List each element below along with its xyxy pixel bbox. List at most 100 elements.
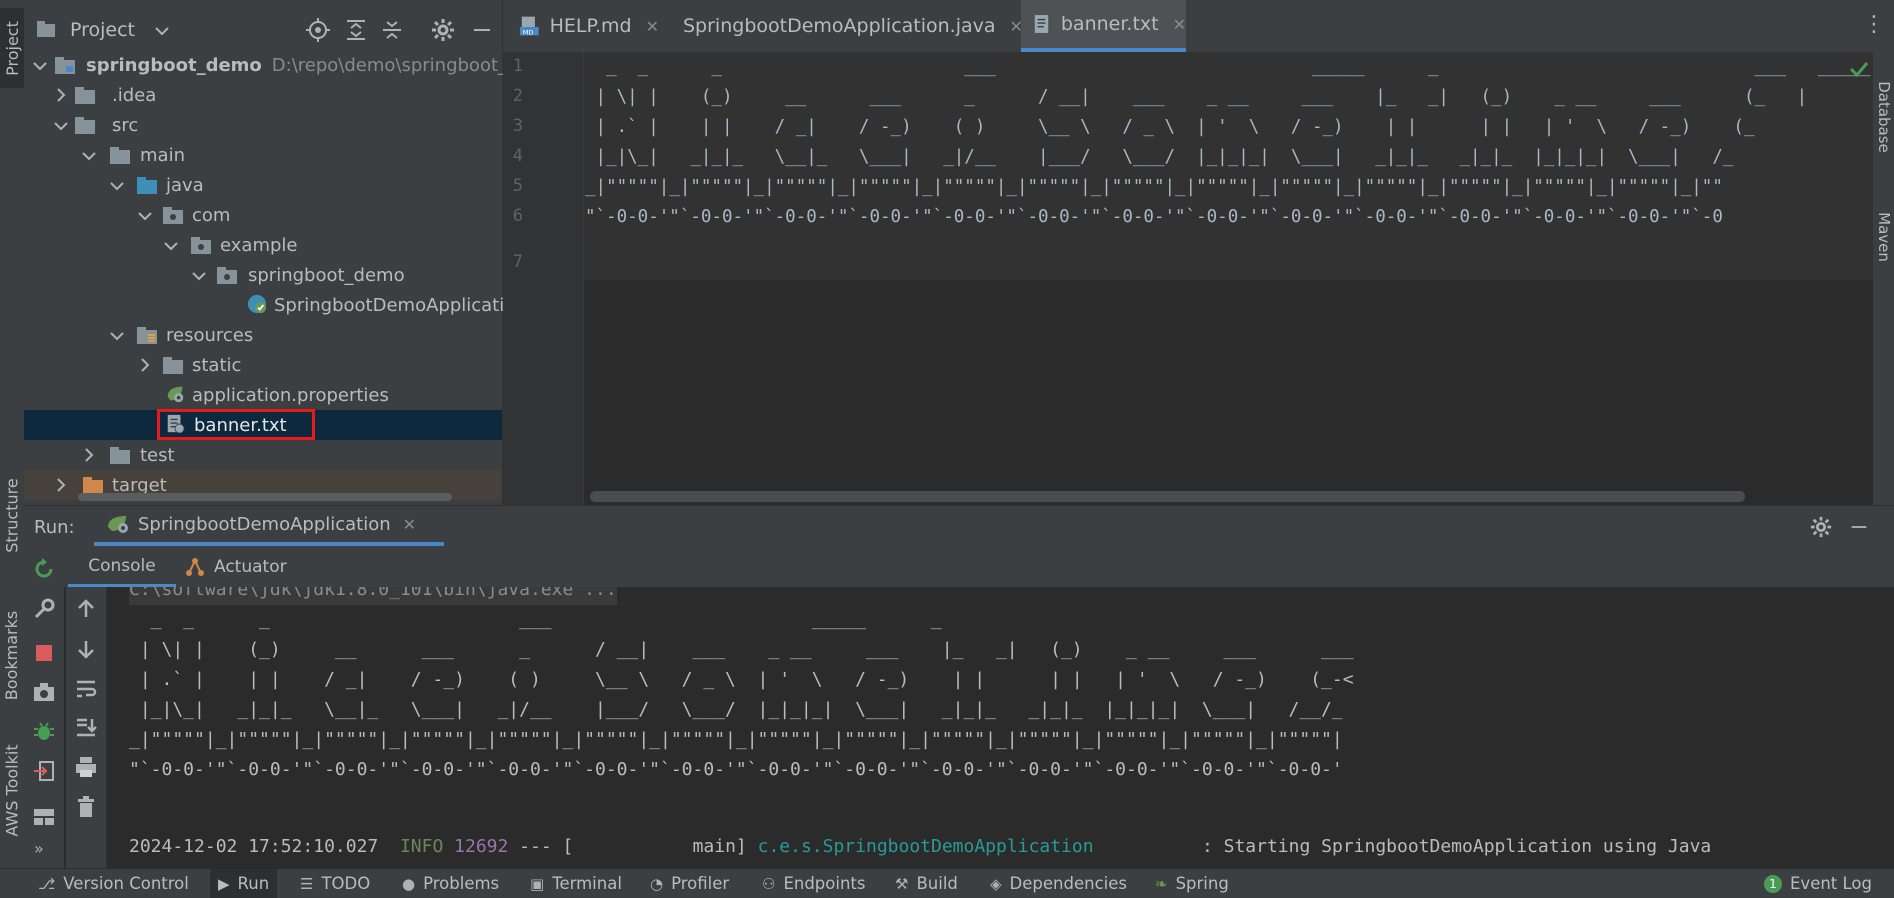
code-line[interactable]: | \| | (_) __ ___ _ / __| ___ _ __ ___ |… [585, 82, 1875, 112]
chevron-down-icon[interactable] [192, 269, 206, 283]
event-log-button[interactable]: 1 Event Log [1764, 869, 1872, 898]
package-icon [163, 207, 183, 224]
run-config-tab[interactable]: SpringbootDemoApplication ✕ [94, 506, 444, 546]
tree-item-static[interactable]: static [24, 350, 502, 380]
arrow-up-icon[interactable] [74, 597, 98, 621]
chevron-down-icon[interactable] [164, 239, 178, 253]
debug-bug-icon[interactable] [32, 719, 56, 743]
code-line[interactable]: _ _ _ ___ _____ _ ___ _____ [585, 52, 1875, 82]
scroll-to-end-icon[interactable] [74, 715, 98, 739]
chevron-right-icon[interactable] [82, 448, 96, 462]
event-count-badge: 1 [1764, 874, 1782, 893]
chevron-right-icon[interactable] [54, 478, 68, 492]
project-tool-tab[interactable]: Project [0, 8, 24, 88]
tab-banner-txt[interactable]: banner.txt ✕ [1021, 0, 1186, 52]
tree-item-example[interactable]: example [24, 230, 502, 260]
tab-help-md[interactable]: MD HELP.md ✕ [509, 0, 659, 52]
chevron-down-icon[interactable] [82, 149, 96, 163]
tree-item-project-root[interactable]: springboot_demo D:\repo\demo\springboot_d [24, 50, 518, 80]
excluded-folder-icon [83, 477, 103, 494]
run-tool-button[interactable]: ▶ Run [210, 869, 278, 898]
chevron-right-icon[interactable] [54, 88, 68, 102]
minimize-icon[interactable] [470, 18, 494, 42]
code-line[interactable]: | .` | | | / _| / -_) ( ) \__ \ / _ \ | … [585, 112, 1875, 142]
close-icon[interactable]: ✕ [403, 515, 416, 534]
project-panel-title[interactable]: Project [70, 19, 135, 41]
dependencies-button[interactable]: ◈ Dependencies [990, 869, 1127, 898]
stop-icon[interactable] [32, 641, 56, 665]
log-timestamp: 2024-12-02 17:52:10.027 [129, 836, 379, 857]
code-line[interactable]: "`-0-0-'"`-0-0-'"`-0-0-'"`-0-0-'"`-0-0-'… [585, 202, 1875, 232]
tab-springboot-demo-application-java[interactable]: SpringbootDemoApplication.java ✕ [663, 0, 1023, 52]
chevron-down-icon[interactable] [110, 329, 124, 343]
code-line[interactable]: |_|\_| _|_|_ \__|_ \___| _|/__ |___/ \__… [585, 142, 1875, 172]
rerun-icon[interactable] [32, 557, 56, 581]
trash-icon[interactable] [74, 795, 98, 819]
inspection-ok-icon[interactable] [1848, 58, 1870, 80]
endpoints-button[interactable]: ⚇ Endpoints [762, 869, 866, 898]
tree-item-com[interactable]: com [24, 200, 502, 230]
tree-item-label: .idea [112, 84, 157, 106]
chevron-down-icon[interactable] [155, 26, 169, 36]
problems-button[interactable]: ● Problems [402, 869, 499, 898]
layout-icon[interactable] [32, 805, 56, 829]
source-folder-icon [137, 177, 157, 194]
gear-icon[interactable] [1810, 516, 1832, 538]
folder-icon [75, 87, 95, 104]
login-icon[interactable] [32, 759, 56, 783]
soft-wrap-icon[interactable] [74, 677, 98, 701]
todo-button[interactable]: ☰ TODO [300, 869, 370, 898]
chevron-down-icon[interactable] [54, 119, 68, 133]
maven-tool-tab[interactable]: Maven [1873, 202, 1894, 272]
tree-item-application-class[interactable]: SpringbootDemoApplicati [24, 290, 504, 320]
expand-all-icon[interactable] [344, 18, 368, 42]
chevron-right-icon[interactable] [138, 358, 152, 372]
locate-icon[interactable] [306, 18, 330, 42]
minimize-icon[interactable] [1848, 516, 1870, 538]
tree-item-idea[interactable]: .idea [24, 80, 502, 110]
version-control-button[interactable]: ⎇ Version Control [38, 869, 189, 898]
wrench-icon[interactable] [32, 597, 56, 621]
code-line[interactable]: _|"""""|_|"""""|_|"""""|_|"""""|_|"""""|… [585, 172, 1875, 202]
close-icon[interactable]: ✕ [1173, 15, 1186, 34]
arrow-down-icon[interactable] [74, 637, 98, 661]
tree-item-resources[interactable]: resources [24, 320, 502, 350]
tree-item-label: main [140, 144, 185, 166]
branch-icon: ⎇ [38, 874, 56, 893]
chevron-down-icon[interactable] [110, 179, 124, 193]
run-toolbar-primary: » [24, 547, 64, 868]
structure-tool-tab[interactable]: Structure [0, 455, 24, 575]
chevron-down-icon[interactable] [138, 209, 152, 223]
log-thread: main] [692, 836, 747, 857]
tree-item-springboot-demo-package[interactable]: springboot_demo [24, 260, 502, 290]
svg-text:MD: MD [523, 28, 534, 36]
aws-toolkit-tool-tab[interactable]: AWS Toolkit [0, 730, 24, 850]
project-path: D:\repo\demo\springboot_d [271, 54, 519, 76]
spring-button[interactable]: ❧ Spring [1155, 869, 1229, 898]
bookmarks-tool-tab[interactable]: Bookmarks [0, 590, 24, 720]
tree-item-application-properties[interactable]: application.properties [24, 380, 502, 410]
tree-item-java[interactable]: java [24, 170, 502, 200]
console-tab[interactable]: Console [68, 547, 176, 587]
tree-horizontal-scrollbar[interactable] [78, 493, 452, 501]
tree-item-src[interactable]: src [24, 110, 502, 140]
camera-icon[interactable] [32, 680, 56, 704]
collapse-all-icon[interactable] [380, 18, 404, 42]
build-button[interactable]: ⚒ Build [895, 869, 958, 898]
gear-icon[interactable] [431, 18, 455, 42]
close-icon[interactable]: ✕ [646, 17, 659, 36]
console-output[interactable]: C:\software\jdk\jdk1.8.0_101\bin\java.ex… [107, 587, 1894, 868]
terminal-button[interactable]: ▣ Terminal [530, 869, 622, 898]
tree-item-test[interactable]: test [24, 440, 502, 470]
line-number: 1 [512, 56, 523, 76]
more-options-icon[interactable]: ⋮ [1863, 12, 1885, 37]
more-tools-icon[interactable]: » [34, 839, 44, 858]
tree-item-main[interactable]: main [24, 140, 502, 170]
actuator-tab[interactable]: Actuator [184, 547, 287, 587]
chevron-down-icon[interactable] [33, 59, 47, 73]
profiler-button[interactable]: ◔ Profiler [650, 869, 729, 898]
editor-horizontal-scrollbar[interactable] [590, 491, 1745, 502]
console-command-line: C:\software\jdk\jdk1.8.0_101\bin\java.ex… [129, 587, 617, 605]
database-tool-tab[interactable]: Database [1873, 72, 1894, 162]
print-icon[interactable] [74, 755, 98, 779]
